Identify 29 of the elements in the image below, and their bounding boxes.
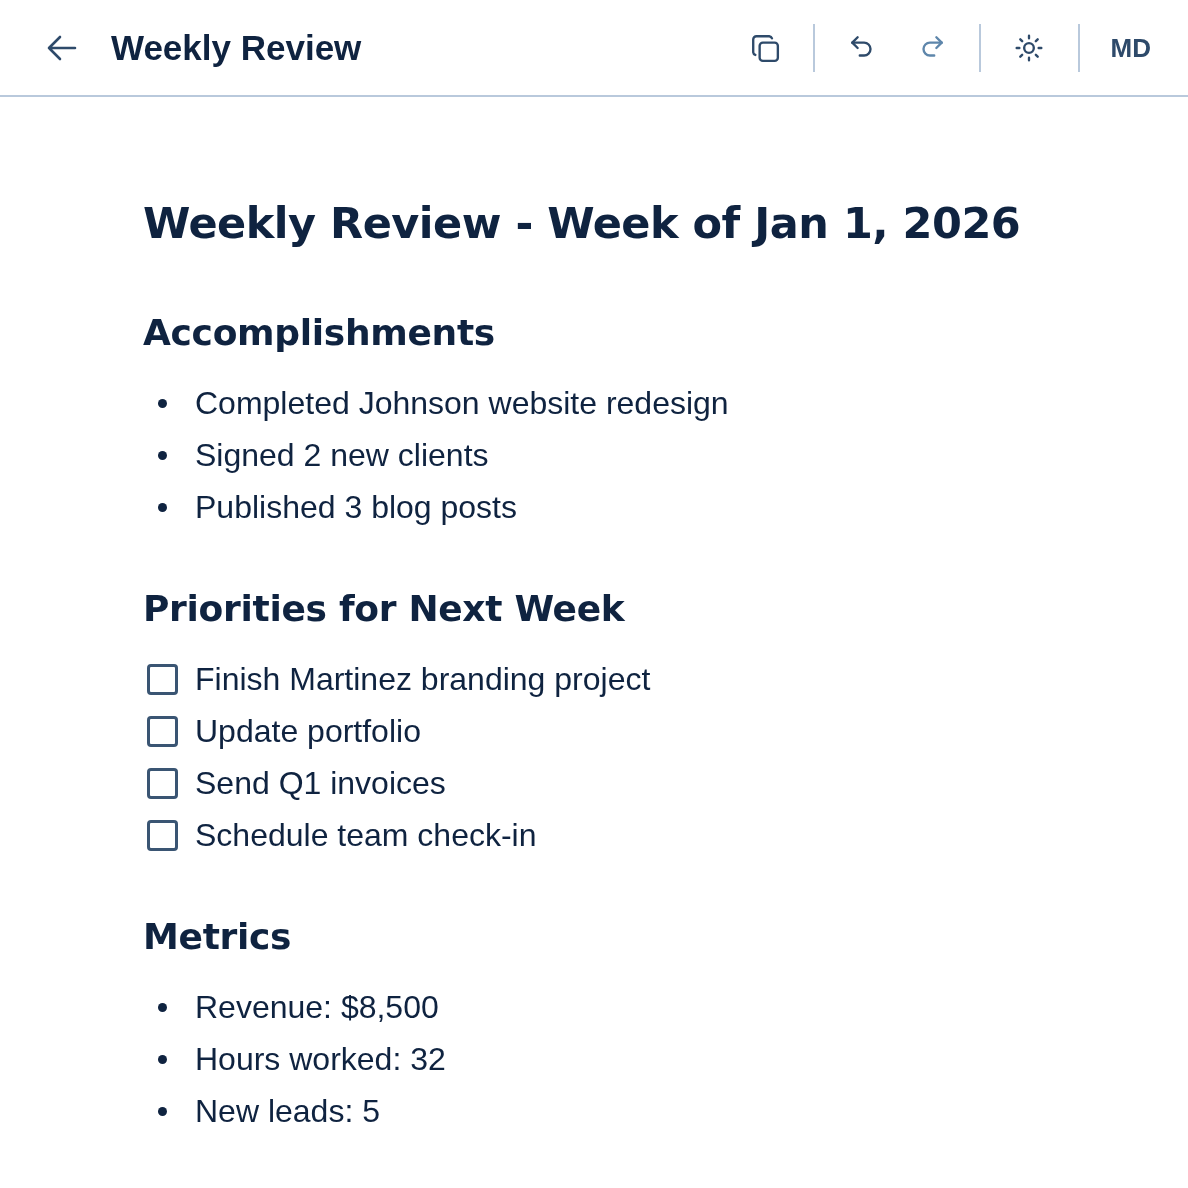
- bullet-icon: [158, 1106, 167, 1116]
- bullet-icon: [158, 1002, 167, 1012]
- section-heading: Accomplishments: [143, 311, 495, 355]
- list-item-text: Revenue: $8,500: [195, 988, 439, 1026]
- list-item-text: Hours worked: 32: [195, 1040, 446, 1078]
- list-item-text: New leads: 5: [195, 1092, 380, 1130]
- document-title: Weekly Review - Week of Jan 1, 2026: [143, 197, 1021, 249]
- list-item-text: Completed Johnson website redesign: [195, 384, 729, 422]
- user-initials-button[interactable]: MD: [1110, 31, 1151, 64]
- list-item-text: Finish Martinez branding project: [195, 660, 651, 698]
- checkbox[interactable]: [147, 767, 178, 799]
- bullet-icon: [158, 1054, 167, 1064]
- back-arrow-icon: [47, 34, 77, 61]
- list-item-text: Send Q1 invoices: [195, 764, 446, 802]
- copy-icon: [749, 32, 780, 63]
- list-item-text: Schedule team check-in: [195, 816, 537, 854]
- bullet-icon: [158, 502, 167, 512]
- list-item-text: Signed 2 new clients: [195, 436, 489, 474]
- bullet-icon: [158, 450, 167, 460]
- bullet-icon: [158, 398, 167, 408]
- checkbox[interactable]: [147, 819, 178, 851]
- section-heading: Priorities for Next Week: [143, 587, 625, 631]
- list-item-text: Published 3 blog posts: [195, 488, 517, 526]
- list-item-text: Update portfolio: [195, 712, 421, 750]
- page-title: Weekly Review: [111, 26, 362, 69]
- section-heading: Metrics: [143, 915, 292, 959]
- sun-icon: [1013, 32, 1044, 63]
- checkbox[interactable]: [147, 715, 178, 747]
- checkbox[interactable]: [147, 663, 178, 695]
